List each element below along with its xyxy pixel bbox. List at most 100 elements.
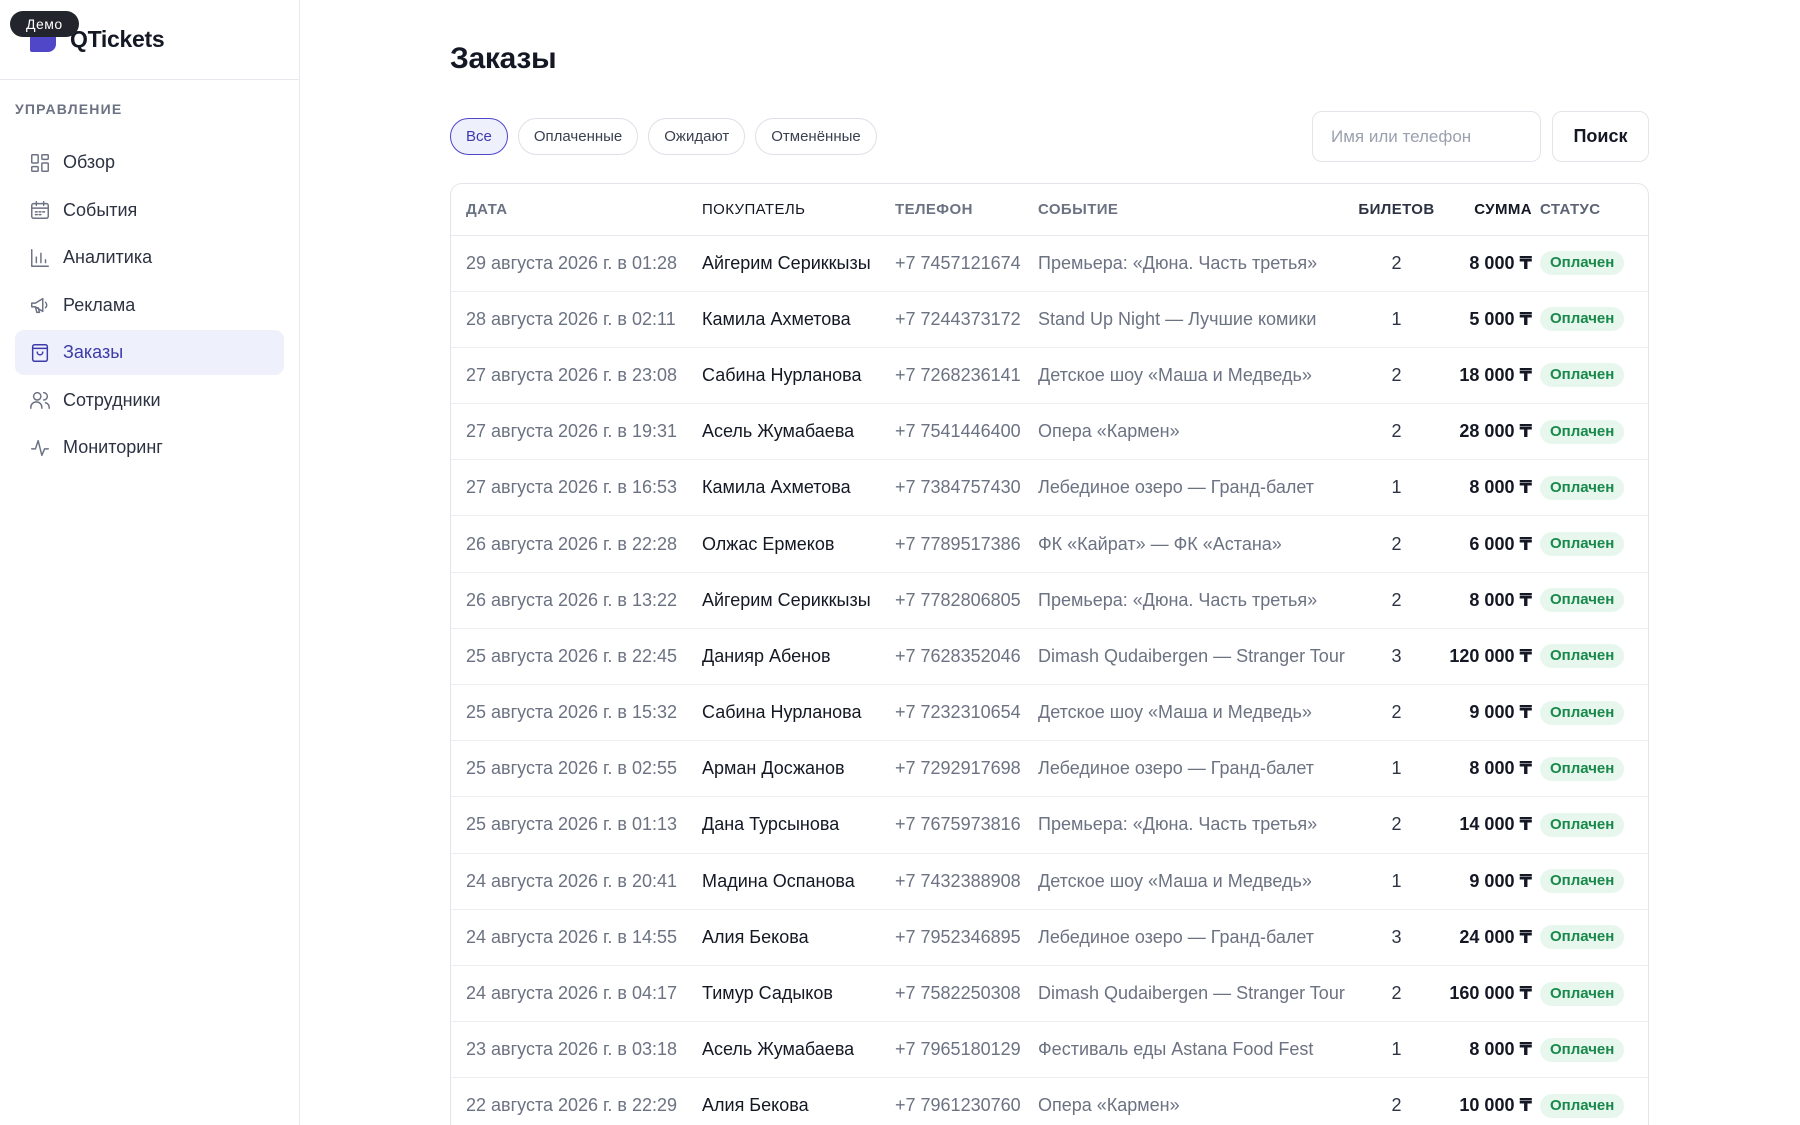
table-row[interactable]: 25 августа 2026 г. в 22:45 Данияр Абенов +… xyxy=(451,628,1648,686)
order-sum: 8 000 ₸ xyxy=(1443,235,1532,292)
order-date: 25 августа 2026 г. в 15:32 xyxy=(451,684,702,742)
order-date: 24 августа 2026 г. в 20:41 xyxy=(451,853,702,910)
ticket-count: 1 xyxy=(1350,740,1443,798)
status-badge: Оплачен xyxy=(1540,869,1625,894)
sidebar-item-label: Сотрудники xyxy=(63,389,161,410)
main-content: Заказы Все Оплаченные Ожидают Отменённые… xyxy=(300,0,1800,1125)
shopping-bag-icon xyxy=(29,342,51,364)
page-title: Заказы xyxy=(450,42,557,75)
event-name: Опера «Кармен» xyxy=(1038,1077,1350,1125)
buyer-name: Айгерим Сериккызы xyxy=(702,235,895,292)
ticket-count: 2 xyxy=(1350,572,1443,629)
buyer-phone: +7 7384757430 xyxy=(895,459,1038,517)
table-row[interactable]: 27 августа 2026 г. в 19:31 Асель Жумабаев… xyxy=(451,403,1648,461)
buyer-name: Сабина Нурланова xyxy=(702,684,895,742)
status-badge: Оплачен xyxy=(1540,532,1625,557)
buyer-name: Арман Досжанов xyxy=(702,740,895,798)
event-name: Лебединое озеро — Гранд-балет xyxy=(1038,459,1350,517)
filter-paid-button[interactable]: Оплаченные xyxy=(517,118,639,155)
column-header-buyer: ПОКУПАТЕЛЬ xyxy=(702,184,895,236)
sidebar-item-staff[interactable]: Сотрудники xyxy=(15,378,284,423)
order-sum: 8 000 ₸ xyxy=(1443,459,1532,517)
sidebar-item-events[interactable]: События xyxy=(15,188,284,233)
buyer-name: Айгерим Сериккызы xyxy=(702,572,895,629)
sidebar-item-label: Аналитика xyxy=(63,247,153,267)
buyer-phone: +7 7232310654 xyxy=(895,684,1038,742)
ticket-count: 2 xyxy=(1350,796,1443,854)
table-row[interactable]: 25 августа 2026 г. в 02:55 Арман Досжанов… xyxy=(451,740,1648,798)
event-name: Премьера: «Дюна. Часть третья» xyxy=(1038,235,1350,292)
status-badge: Оплачен xyxy=(1540,700,1625,725)
search-button[interactable]: Поиск xyxy=(1552,111,1649,162)
order-date: 25 августа 2026 г. в 22:45 xyxy=(451,628,702,686)
table-row[interactable]: 28 августа 2026 г. в 02:11 Камила Ахметов… xyxy=(451,291,1648,348)
ticket-count: 2 xyxy=(1350,347,1443,405)
sidebar-item-label: Мониторинг xyxy=(63,437,163,457)
status-cell: Оплачен xyxy=(1532,572,1648,629)
table-row[interactable]: 22 августа 2026 г. в 22:29 Алия Бекова +7 … xyxy=(451,1077,1648,1125)
table-row[interactable]: 29 августа 2026 г. в 01:28 Айгерим Серикк… xyxy=(451,235,1648,292)
status-cell: Оплачен xyxy=(1532,796,1648,854)
order-date: 26 августа 2026 г. в 22:28 xyxy=(451,515,702,573)
buyer-name: Асель Жумабаева xyxy=(702,1021,895,1079)
table-row[interactable]: 23 августа 2026 г. в 03:18 Асель Жумабаев… xyxy=(451,1021,1648,1079)
buyer-phone: +7 7789517386 xyxy=(895,515,1038,573)
ticket-count: 2 xyxy=(1350,515,1443,573)
status-cell: Оплачен xyxy=(1532,515,1648,573)
table-row[interactable]: 27 августа 2026 г. в 16:53 Камила Ахметов… xyxy=(451,459,1648,517)
order-date: 29 августа 2026 г. в 01:28 xyxy=(451,235,702,292)
sidebar-item-overview[interactable]: Обзор xyxy=(15,140,284,185)
table-row[interactable]: 26 августа 2026 г. в 13:22 Айгерим Серикк… xyxy=(451,572,1648,629)
sidebar-item-orders[interactable]: Заказы xyxy=(15,330,284,375)
table-row[interactable]: 26 августа 2026 г. в 22:28 Олжас Ермеков +… xyxy=(451,515,1648,573)
order-sum: 24 000 ₸ xyxy=(1443,909,1532,966)
buyer-name: Олжас Ермеков xyxy=(702,515,895,573)
calendar-icon xyxy=(29,199,51,221)
buyer-phone: +7 7628352046 xyxy=(895,628,1038,686)
column-header-sum: СУММА xyxy=(1443,184,1532,236)
status-cell: Оплачен xyxy=(1532,347,1648,405)
buyer-name: Алия Бекова xyxy=(702,909,895,966)
status-badge: Оплачен xyxy=(1540,419,1625,444)
table-row[interactable]: 24 августа 2026 г. в 04:17 Тимур Садыков +… xyxy=(451,965,1648,1023)
column-header-tickets: БИЛЕТОВ xyxy=(1350,184,1443,236)
event-name: Stand Up Night — Лучшие комики xyxy=(1038,291,1350,348)
table-row[interactable]: 27 августа 2026 г. в 23:08 Сабина Нурлано… xyxy=(451,347,1648,405)
table-row[interactable]: 24 августа 2026 г. в 14:55 Алия Бекова +7 … xyxy=(451,909,1648,966)
buyer-phone: +7 7965180129 xyxy=(895,1021,1038,1079)
search-input[interactable] xyxy=(1312,111,1541,162)
order-sum: 8 000 ₸ xyxy=(1443,572,1532,629)
filter-pending-button[interactable]: Ожидают xyxy=(648,118,746,155)
order-sum: 14 000 ₸ xyxy=(1443,796,1532,854)
buyer-name: Сабина Нурланова xyxy=(702,347,895,405)
status-badge: Оплачен xyxy=(1540,588,1625,613)
brand-name: QTickets xyxy=(70,26,165,52)
sidebar-item-analytics[interactable]: Аналитика xyxy=(15,235,284,280)
order-date: 27 августа 2026 г. в 19:31 xyxy=(451,403,702,461)
ticket-count: 3 xyxy=(1350,909,1443,966)
buyer-phone: +7 7782806805 xyxy=(895,572,1038,629)
users-icon xyxy=(29,389,51,411)
table-row[interactable]: 24 августа 2026 г. в 20:41 Мадина Оспанов… xyxy=(451,853,1648,910)
buyer-phone: +7 7268236141 xyxy=(895,347,1038,405)
order-date: 25 августа 2026 г. в 02:55 xyxy=(451,740,702,798)
orders-table: ДАТА ПОКУПАТЕЛЬ ТЕЛЕФОН СОБЫТИЕ БИЛЕТОВ … xyxy=(450,183,1649,1125)
sidebar-item-ads[interactable]: Реклама xyxy=(15,283,284,328)
ticket-count: 2 xyxy=(1350,235,1443,292)
table-row[interactable]: 25 августа 2026 г. в 15:32 Сабина Нурлано… xyxy=(451,684,1648,742)
status-badge: Оплачен xyxy=(1540,1093,1625,1118)
filter-cancelled-button[interactable]: Отменённые xyxy=(755,118,877,155)
column-header-phone: ТЕЛЕФОН xyxy=(895,184,1038,236)
filter-all-button[interactable]: Все xyxy=(450,118,508,155)
table-row[interactable]: 25 августа 2026 г. в 01:13 Дана Турсынова… xyxy=(451,796,1648,854)
order-sum: 9 000 ₸ xyxy=(1443,684,1532,742)
status-badge: Оплачен xyxy=(1540,475,1625,500)
dashboard-icon xyxy=(29,152,51,174)
order-date: 26 августа 2026 г. в 13:22 xyxy=(451,572,702,629)
status-cell: Оплачен xyxy=(1532,291,1648,348)
order-date: 24 августа 2026 г. в 14:55 xyxy=(451,909,702,966)
event-name: Фестиваль еды Astana Food Fest xyxy=(1038,1021,1350,1079)
sidebar-item-monitoring[interactable]: Мониторинг xyxy=(15,425,284,470)
buyer-phone: +7 7961230760 xyxy=(895,1077,1038,1125)
buyer-name: Асель Жумабаева xyxy=(702,403,895,461)
